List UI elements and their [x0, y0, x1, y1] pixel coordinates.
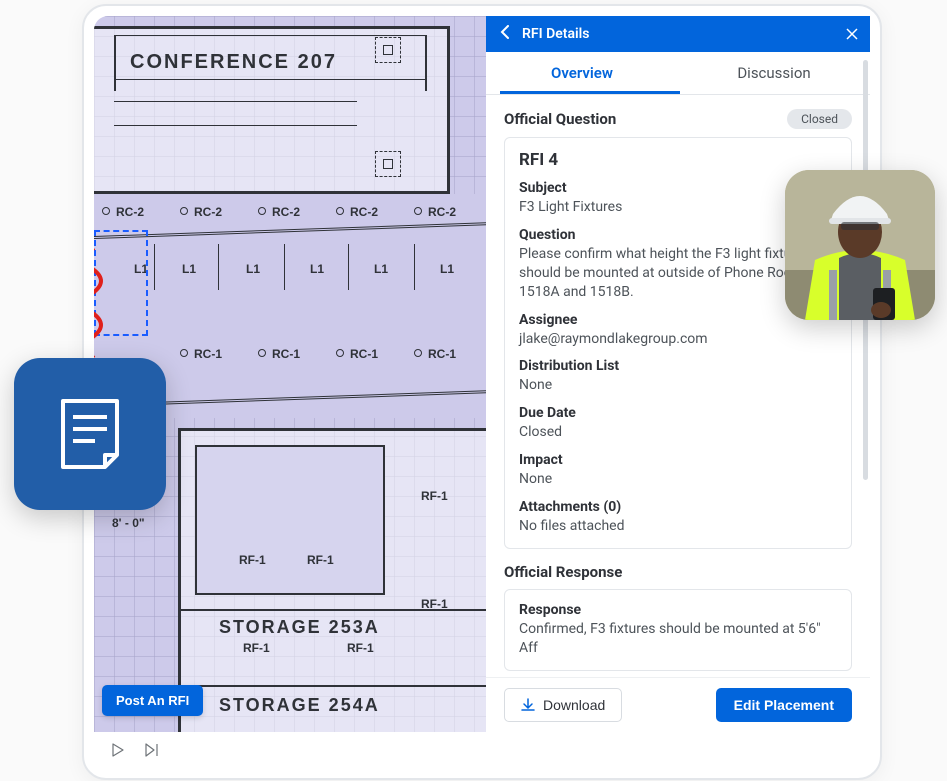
- floating-doc-card[interactable]: [14, 358, 166, 510]
- skip-forward-icon[interactable]: [144, 742, 160, 758]
- storage-b-label: STORAGE 254A: [219, 695, 380, 716]
- rfi-title: RFI 4: [519, 150, 837, 170]
- post-rfi-button[interactable]: Post An RFI: [102, 685, 203, 716]
- document-icon: [51, 395, 129, 473]
- official-response-heading: Official Response: [504, 563, 852, 581]
- status-badge: Closed: [787, 109, 852, 129]
- rfi-footer: Download Edit Placement: [486, 677, 870, 732]
- player-toolbar: [94, 732, 870, 768]
- floating-user-avatar[interactable]: [785, 170, 935, 320]
- response-value: Confirmed, F3 fixtures should be mounted…: [519, 620, 837, 658]
- edit-placement-button[interactable]: Edit Placement: [716, 688, 852, 722]
- rfi-panel-header: RFI Details: [486, 16, 870, 52]
- markup-redline: [94, 248, 104, 358]
- storage-a-label: STORAGE 253A: [219, 617, 380, 638]
- close-icon[interactable]: [846, 25, 858, 44]
- official-question-heading: Official Question: [504, 110, 616, 128]
- tab-overview[interactable]: Overview: [486, 52, 678, 94]
- rfi-details-panel: RFI Details Overview Discussion Official…: [486, 16, 870, 732]
- response-card: Response Confirmed, F3 fixtures should b…: [504, 589, 852, 671]
- rfi-tabs: Overview Discussion: [486, 52, 870, 95]
- room-conference: CONFERENCE 207: [94, 26, 450, 194]
- conference-label: CONFERENCE 207: [130, 51, 337, 74]
- download-button[interactable]: Download: [504, 688, 622, 722]
- room-storage: RF-1 RF-1 RF-1 RF-1 STORAGE 253A RF-1 RF…: [178, 428, 486, 732]
- download-icon: [521, 698, 535, 712]
- panel-title: RFI Details: [522, 26, 589, 42]
- play-icon[interactable]: [110, 742, 126, 758]
- assignee-value: jlake@raymondlakegroup.com: [519, 330, 837, 349]
- back-icon[interactable]: [500, 25, 510, 43]
- device-frame: CONFERENCE 207 RC-2 RC-2 RC-2 RC-2: [82, 4, 882, 780]
- worker-photo: [785, 170, 935, 320]
- tab-discussion[interactable]: Discussion: [678, 52, 870, 94]
